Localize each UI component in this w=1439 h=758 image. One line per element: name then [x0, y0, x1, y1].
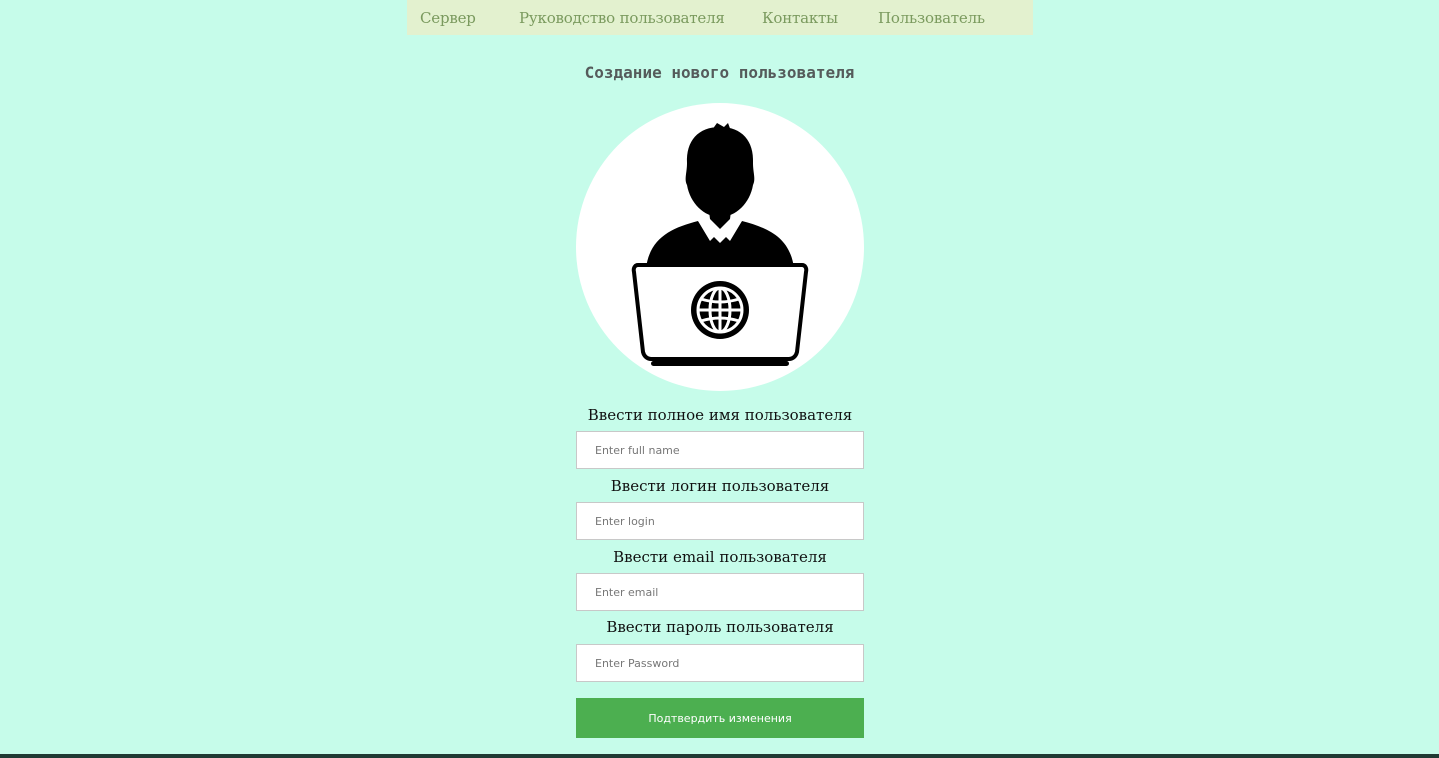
email-label: Ввести email пользователя [613, 548, 827, 566]
nav-item-server[interactable]: Сервер [420, 9, 476, 27]
top-navbar: Сервер Руководство пользователя Контакты… [407, 0, 1033, 35]
page-title: Создание нового пользователя [584, 63, 855, 82]
full-name-input[interactable] [576, 431, 864, 469]
password-input[interactable] [576, 644, 864, 682]
footer-bar [0, 754, 1439, 758]
page: Сервер Руководство пользователя Контакты… [0, 0, 1439, 758]
nav-item-contacts[interactable]: Контакты [762, 9, 838, 27]
email-input[interactable] [576, 573, 864, 611]
nav-item-user[interactable]: Пользователь [878, 9, 985, 27]
full-name-label: Ввести полное имя пользователя [587, 406, 853, 424]
avatar [576, 103, 864, 391]
login-input[interactable] [576, 502, 864, 540]
nav-item-user-guide[interactable]: Руководство пользователя [519, 9, 725, 27]
submit-button[interactable]: Подтвердить изменения [576, 698, 864, 738]
login-label: Ввести логин пользователя [610, 477, 830, 495]
password-label: Ввести пароль пользователя [606, 618, 834, 636]
user-laptop-globe-icon [631, 123, 809, 366]
